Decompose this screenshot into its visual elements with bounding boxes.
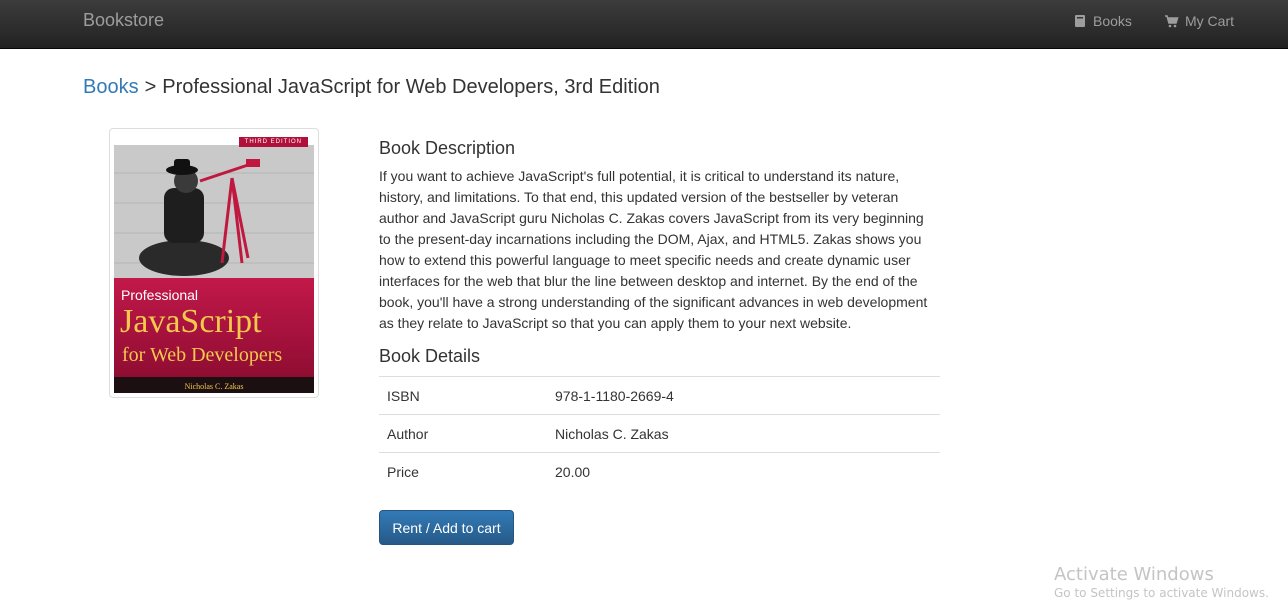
author-value: Nicholas C. Zakas	[547, 414, 940, 453]
price-label: Price	[379, 452, 547, 490]
watermark-subtitle: Go to Settings to activate Windows.	[1054, 586, 1269, 600]
nav-cart-label: My Cart	[1185, 13, 1234, 29]
isbn-value: 978-1-1180-2669-4	[547, 376, 940, 415]
book-icon	[1073, 14, 1087, 28]
breadcrumb-separator: >	[144, 76, 157, 98]
cart-icon	[1164, 14, 1179, 28]
breadcrumb: Books > Professional JavaScript for Web De…	[83, 76, 660, 99]
details-heading: Book Details	[379, 346, 481, 366]
author-label: Author	[379, 414, 547, 453]
price-value: 20.00	[547, 452, 940, 490]
top-navbar: Bookstore Books My Cart	[0, 0, 1288, 49]
cover-line2: JavaScript	[120, 303, 262, 340]
cover-author: Nicholas C. Zakas	[184, 382, 244, 391]
cover-edition-label: THIRD EDITION	[238, 137, 308, 147]
book-cover-thumbnail: THIRD EDITION Professional JavaScript fo…	[109, 128, 319, 398]
breadcrumb-books-link[interactable]: Books	[83, 76, 139, 98]
table-row: ISBN 978-1-1180-2669-4	[379, 376, 940, 415]
table-row: Price 20.00	[379, 452, 940, 490]
watermark-title: Activate Windows	[1054, 564, 1214, 585]
breadcrumb-current: Professional JavaScript for Web Develope…	[162, 76, 660, 98]
activate-windows-watermark: Activate Windows Go to Settings to activ…	[1054, 564, 1269, 600]
book-cover-image: THIRD EDITION Professional JavaScript fo…	[114, 133, 314, 393]
isbn-label: ISBN	[379, 376, 547, 415]
nav-books-label: Books	[1093, 13, 1132, 29]
cover-illustration	[114, 145, 314, 278]
details-table: ISBN 978-1-1180-2669-4 Author Nicholas C…	[379, 376, 940, 490]
table-row: Author Nicholas C. Zakas	[379, 414, 940, 453]
cover-photo	[114, 133, 314, 278]
cover-line1: Professional	[121, 287, 199, 303]
nav-cart-link[interactable]: My Cart	[1164, 13, 1234, 29]
cover-line3: for Web Developers	[122, 344, 283, 366]
rent-add-to-cart-button[interactable]: Rent / Add to cart	[379, 510, 514, 545]
brand-link[interactable]: Bookstore	[83, 10, 164, 31]
description-heading: Book Description	[379, 138, 516, 158]
book-info: Book Description If you want to achieve …	[379, 134, 940, 490]
description-text: If you want to achieve JavaScript's full…	[379, 168, 928, 331]
nav-books-link[interactable]: Books	[1073, 13, 1132, 29]
